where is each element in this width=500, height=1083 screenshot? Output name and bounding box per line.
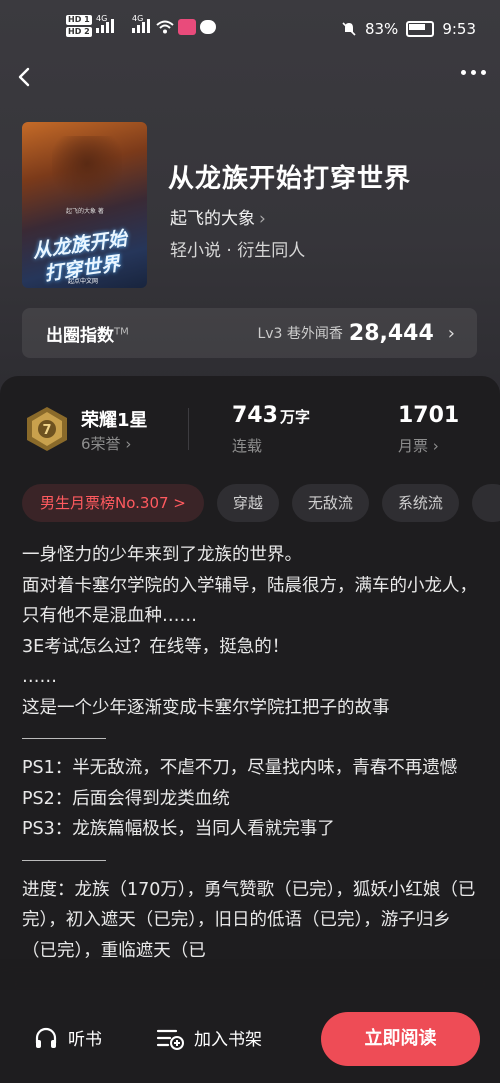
battery-percent: 83%	[364, 20, 399, 38]
add-shelf-icon	[156, 1029, 184, 1050]
honor-count: 6荣誉	[81, 435, 121, 453]
network-label-1: 4G	[96, 14, 108, 23]
app-notification-icon	[178, 19, 196, 35]
circle-index-label: 出圈指数TM	[46, 321, 129, 346]
monthly-ticket-count: 1701	[398, 403, 460, 428]
network-label-2: 4G	[132, 14, 144, 23]
tag-chip-partial[interactable]	[471, 484, 500, 522]
book-cover[interactable]: 起飞的大象 著 从龙族开始 打穿世界 起点中文网	[22, 122, 147, 288]
tag-chip[interactable]: 系统流	[381, 484, 459, 522]
hd2-label: HD 2	[66, 27, 92, 37]
description-line: 进度：龙族（170万），勇气赞歌（已完），狐妖小红娘（已完），初入遮天（已完），…	[22, 879, 476, 961]
circle-index-value: 28,444	[348, 320, 434, 346]
description-line: 3E考试怎么过？在线等，挺急的！	[22, 636, 290, 657]
description-line: 面对着卡塞尔学院的入学辅导，陆晨很方，满车的小龙人，只有他不是混血种……	[22, 575, 477, 627]
author-link[interactable]: 起飞的大象 ›	[170, 204, 266, 229]
word-count-number: 743	[232, 403, 278, 428]
book-title: 从龙族开始打穿世界	[168, 164, 412, 194]
trademark-mark: TM	[114, 325, 129, 337]
description-line: PS2：后面会得到龙类血统	[22, 788, 230, 809]
add-to-shelf-button[interactable]: 加入书架	[156, 1025, 262, 1050]
description-line: 这是一个少年逐渐变成卡塞尔学院扛把子的故事	[22, 697, 390, 718]
circle-index-bar[interactable]: 出圈指数TM Lv3 巷外闻香 28,444 ›	[22, 308, 477, 358]
author-name: 起飞的大象	[170, 209, 255, 229]
more-options-icon[interactable]	[461, 70, 486, 75]
status-bar: HD 1 HD 2 4G 4G 83% 9:53	[0, 0, 500, 62]
monthly-ticket-link[interactable]: 月票 ›	[398, 435, 439, 456]
mute-bell-icon	[342, 22, 356, 36]
wifi-icon	[156, 20, 174, 34]
chevron-right-icon: ›	[259, 209, 266, 229]
cover-dragon-art	[52, 136, 122, 206]
tag-chip[interactable]: 穿越	[216, 484, 279, 522]
headphones-icon	[35, 1027, 57, 1048]
tag-row: 男生月票榜No.307 > 穿越 无敌流 系统流	[22, 484, 500, 522]
message-icon	[200, 20, 216, 34]
cover-publisher-logo: 起点中文网	[68, 278, 99, 285]
description-line: ……	[22, 667, 57, 687]
book-genre: 轻小说 · 衍生同人	[170, 241, 306, 261]
honor-sub-link[interactable]: 6荣誉 ›	[81, 433, 131, 454]
cover-author-text: 起飞的大象 著	[66, 208, 104, 215]
read-now-button[interactable]: 立即阅读	[321, 1012, 480, 1066]
listen-label: 听书	[68, 1030, 102, 1050]
word-count-unit: 万字	[279, 408, 310, 426]
book-description[interactable]: 一身怪力的少年来到了龙族的世界。 面对着卡塞尔学院的入学辅导，陆晨很方，满车的小…	[22, 540, 482, 966]
shelf-label: 加入书架	[194, 1030, 262, 1050]
honor-medal-icon[interactable]: 7	[24, 405, 70, 453]
section-divider	[22, 859, 106, 861]
rank-tag[interactable]: 男生月票榜No.307 >	[22, 484, 204, 522]
circle-index-text: 出圈指数	[46, 325, 114, 346]
description-line: PS3：龙族篇幅极长，当同人看就完事了	[22, 819, 335, 839]
serial-status: 连载	[232, 437, 263, 455]
word-count: 743 万字	[232, 403, 310, 428]
chevron-right-icon: ›	[447, 322, 455, 344]
back-arrow-icon[interactable]	[14, 66, 36, 88]
divider	[188, 408, 189, 450]
honor-title: 荣耀1星	[81, 410, 148, 431]
monthly-ticket-label: 月票	[398, 437, 429, 455]
section-divider	[22, 738, 106, 739]
clock-time: 9:53	[442, 20, 476, 38]
hd1-label: HD 1	[66, 15, 92, 25]
medal-number: 7	[42, 423, 51, 438]
description-line: PS1：半无敌流，不虐不刀，尽量找内味，青春不再遗憾	[22, 758, 458, 778]
battery-icon	[406, 21, 435, 37]
listen-button[interactable]: 听书	[34, 1025, 102, 1050]
hd-indicator: HD 1 HD 2	[66, 15, 92, 39]
tag-chip[interactable]: 无敌流	[291, 484, 369, 522]
description-line: 一身怪力的少年来到了龙族的世界。	[22, 545, 302, 565]
circle-index-level: Lv3 巷外闻香	[257, 326, 343, 342]
